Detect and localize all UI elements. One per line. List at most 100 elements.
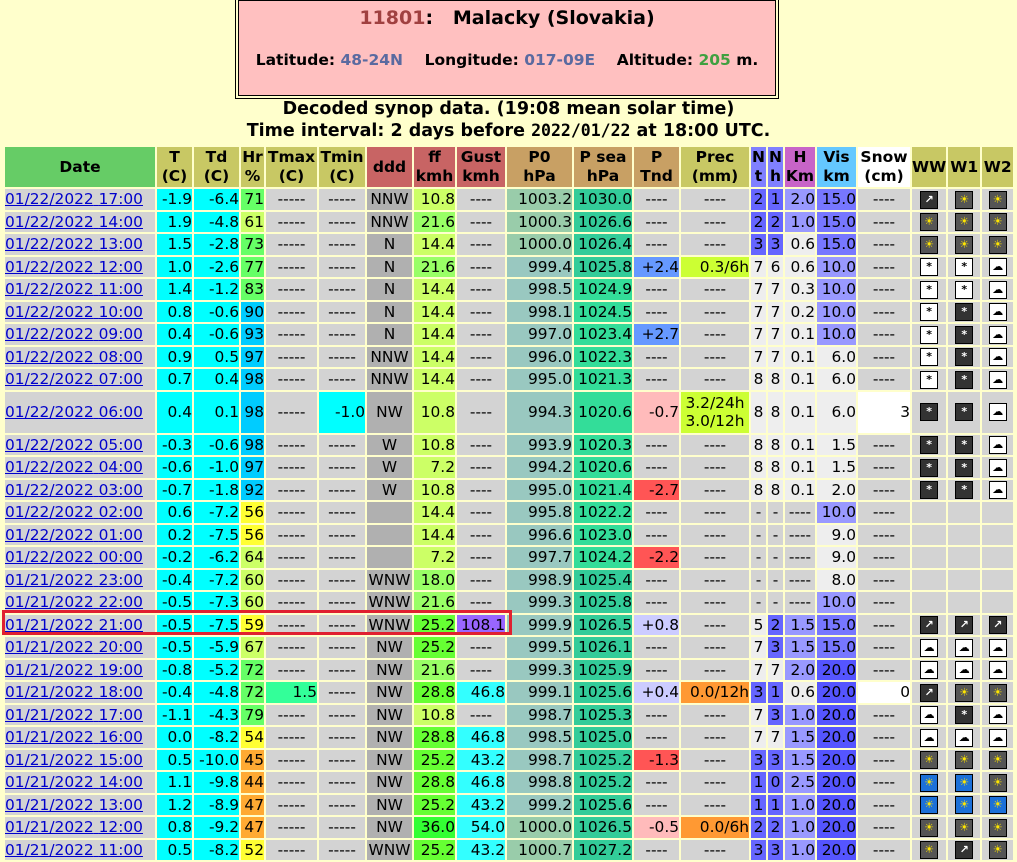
t-cell: 0.9: [157, 346, 192, 367]
t-cell: -0.2: [157, 547, 192, 568]
td-cell: -7.2: [194, 502, 239, 523]
date-link[interactable]: 01/21/2022 14:00: [5, 773, 143, 791]
date-link[interactable]: 01/22/2022 07:00: [5, 370, 143, 388]
p0-cell: 999.3: [507, 659, 572, 680]
nt-cell: 5: [751, 614, 766, 635]
date-link[interactable]: 01/22/2022 14:00: [5, 213, 143, 231]
nh-cell: 7: [768, 659, 783, 680]
vis-cell: 10.0: [817, 502, 856, 523]
td-cell: -9.2: [194, 817, 239, 838]
t-cell: 1.5: [157, 234, 192, 255]
date-link[interactable]: 01/21/2022 22:00: [5, 593, 143, 611]
w1-icon-cell: *: [948, 391, 981, 433]
date-cell: 01/21/2022 13:00: [5, 794, 155, 815]
ptnd-cell: +0.8: [634, 614, 679, 635]
date-link[interactable]: 01/21/2022 19:00: [5, 661, 143, 679]
time-text: 14:00: [98, 212, 143, 231]
date-link[interactable]: 01/22/2022 04:00: [5, 458, 143, 476]
date-link[interactable]: 01/22/2022 01:00: [5, 526, 143, 544]
date-text: 01/21/2022: [5, 570, 94, 589]
cloud-icon: ☁: [955, 728, 974, 747]
t-cell: 0.8: [157, 817, 192, 838]
w1-icon-cell: *: [948, 301, 981, 322]
table-row: 01/22/2022 17:00 -1.9 -6.4 71 ----- ----- NNW 1…: [5, 189, 1014, 210]
w1-icon-cell: ↗: [948, 614, 981, 635]
tmin-cell: -----: [319, 324, 365, 345]
date-link[interactable]: 01/22/2022 00:00: [5, 548, 143, 566]
tmax-cell: -----: [266, 211, 317, 232]
td-cell: -10.0: [194, 749, 239, 770]
tmin-cell: -----: [319, 547, 365, 568]
date-link[interactable]: 01/21/2022 12:00: [5, 818, 143, 836]
date-link[interactable]: 01/21/2022 17:00: [5, 706, 143, 724]
table-row: 01/21/2022 14:00 1.1 -9.8 44 ----- ----- NW 28.…: [5, 772, 1014, 793]
date-link[interactable]: 01/22/2022 10:00: [5, 303, 143, 321]
hr-cell: 97: [241, 346, 264, 367]
column-header: Snow (cm): [858, 147, 910, 187]
station-title: 11801: Malacky (Slovakia): [359, 7, 655, 29]
date-link[interactable]: 01/22/2022 08:00: [5, 348, 143, 366]
tmin-cell: -----: [319, 817, 365, 838]
ddd-cell: NW: [367, 637, 412, 658]
date-link[interactable]: 01/22/2022 12:00: [5, 258, 143, 276]
tmin-cell: -----: [319, 659, 365, 680]
tmin-cell: -----: [319, 637, 365, 658]
h-cell: 0.2: [785, 301, 815, 322]
date-link[interactable]: 01/21/2022 13:00: [5, 796, 143, 814]
date-link[interactable]: 01/21/2022 15:00: [5, 751, 143, 769]
t-cell: 1.9: [157, 211, 192, 232]
column-header-label: H: [793, 148, 807, 166]
date-text: 01/22/2022: [5, 525, 94, 544]
gust-cell: ----: [457, 189, 505, 210]
date-cell: 01/21/2022 17:00: [5, 704, 155, 725]
station-id: 11801: [359, 7, 426, 29]
date-link[interactable]: 01/22/2022 02:00: [5, 503, 143, 521]
ff-cell: 14.4: [414, 346, 455, 367]
column-header: T (C): [157, 147, 192, 187]
nt-cell: 7: [751, 346, 766, 367]
snow-dark-icon: *: [920, 403, 939, 422]
date-link[interactable]: 01/21/2022 18:00: [5, 683, 143, 701]
tmin-cell: -----: [319, 189, 365, 210]
time-text: 03:00: [98, 480, 143, 499]
t-cell: 0.8: [157, 301, 192, 322]
w2-icon-cell: ☁: [982, 704, 1014, 725]
snow-cell: ----: [858, 479, 910, 500]
date-link[interactable]: 01/22/2022 03:00: [5, 481, 143, 499]
snow-cell: ----: [858, 301, 910, 322]
w2-icon-cell: ☀: [982, 817, 1014, 838]
column-header: Tmin (C): [319, 147, 365, 187]
date-link[interactable]: 01/22/2022 13:00: [5, 235, 143, 253]
time-text: 15:00: [98, 750, 143, 769]
psea-cell: 1020.3: [574, 434, 632, 455]
w2-icon-cell: ☁: [982, 369, 1014, 390]
date-link[interactable]: 01/21/2022 16:00: [5, 728, 143, 746]
date-text: 01/21/2022: [5, 705, 94, 724]
date-link[interactable]: 01/22/2022 06:00: [5, 403, 143, 421]
tmax-cell: -----: [266, 704, 317, 725]
h-cell: ----: [785, 547, 815, 568]
column-header-label: W1: [950, 157, 979, 176]
date-link[interactable]: 01/22/2022 09:00: [5, 325, 143, 343]
w1-icon-cell: ☁: [948, 727, 981, 748]
gust-cell: ----: [457, 434, 505, 455]
date-link[interactable]: 01/21/2022 20:00: [5, 638, 143, 656]
column-header-unit: %: [244, 167, 261, 185]
date-link[interactable]: 01/21/2022 11:00: [5, 841, 143, 859]
date-link[interactable]: 01/21/2022 23:00: [5, 571, 143, 589]
ptnd-cell: ----: [634, 189, 679, 210]
prec-cell: ----: [681, 324, 749, 345]
tmin-cell: -----: [319, 502, 365, 523]
date-link[interactable]: 01/22/2022 05:00: [5, 436, 143, 454]
tmin-cell: -----: [319, 704, 365, 725]
ww-icon-cell: ☀: [912, 817, 947, 838]
date-link[interactable]: 01/22/2022 11:00: [5, 280, 143, 298]
date-link[interactable]: 01/22/2022 17:00: [5, 190, 143, 208]
snow-cell: ----: [858, 256, 910, 277]
date-text: 01/21/2022: [5, 593, 94, 612]
ww-icon-cell: *: [912, 256, 947, 277]
ww-icon-cell: ↗: [912, 614, 947, 635]
hr-cell: 72: [241, 659, 264, 680]
hr-cell: 56: [241, 502, 264, 523]
nt-cell: -: [751, 569, 766, 590]
